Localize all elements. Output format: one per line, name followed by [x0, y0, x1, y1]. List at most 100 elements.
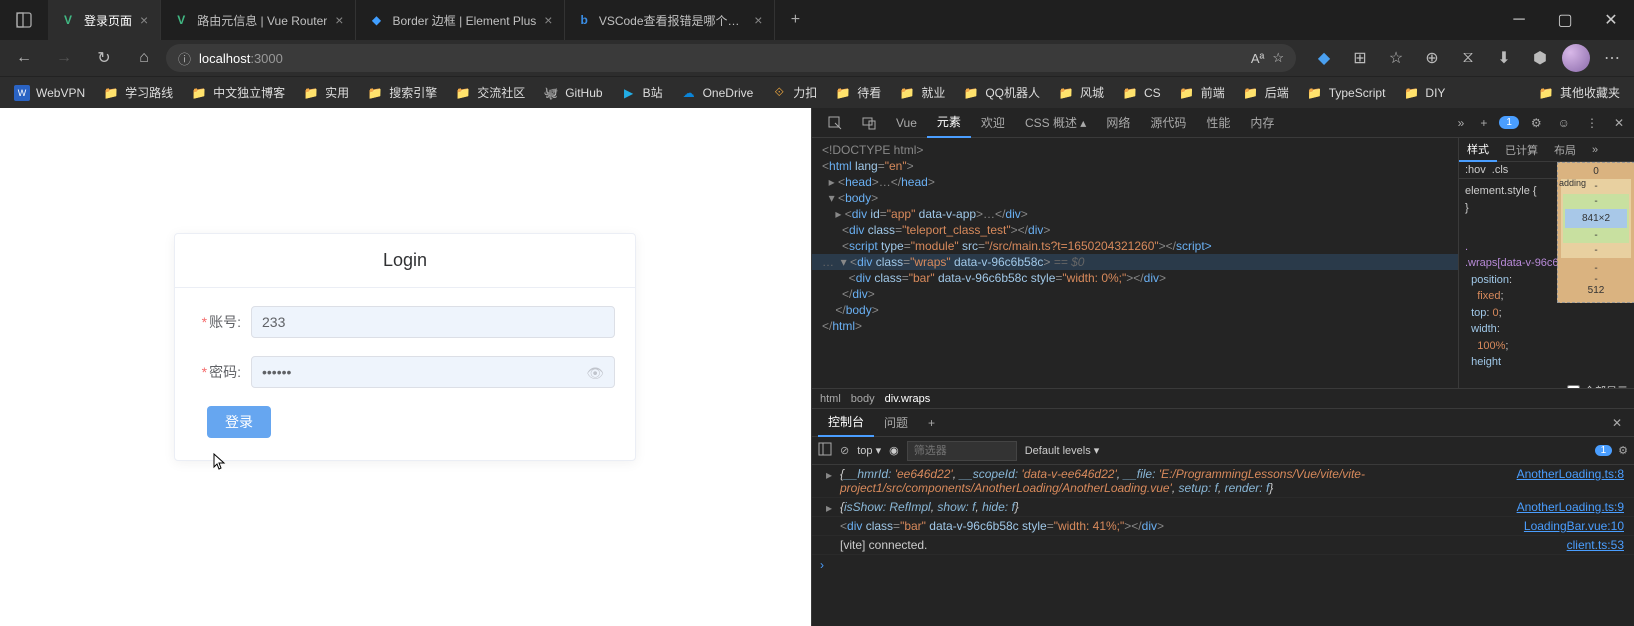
dom-line[interactable]: <html lang="en"> [812, 158, 1458, 174]
devtools-close-icon[interactable]: ✕ [1610, 116, 1628, 130]
bookmark-item[interactable]: 📁QQ机器人 [955, 79, 1048, 107]
console-line[interactable]: ▸ AnotherLoading.ts:8 {__hmrId: 'ee646d2… [812, 465, 1634, 498]
dom-line-selected[interactable]: … ▾ <div class="wraps" data-v-96c6b58c> … [812, 254, 1458, 270]
dom-line[interactable]: </html> [812, 318, 1458, 334]
devtools-tab-vue[interactable]: Vue [886, 108, 927, 138]
window-minimize-button[interactable]: ─ [1496, 0, 1542, 40]
bookmark-item[interactable]: 📁实用 [295, 79, 357, 107]
styles-tab-overflow-icon[interactable]: » [1584, 138, 1606, 162]
new-tab-button[interactable]: + [775, 0, 815, 40]
bookmark-item[interactable]: 📁交流社区 [447, 79, 533, 107]
console-context-select[interactable]: top ▾ [857, 444, 881, 457]
favorites-icon[interactable]: ☆ [1380, 42, 1412, 74]
devtools-tab-performance[interactable]: 性能 [1196, 108, 1240, 138]
drawer-tab-issues[interactable]: 问题 [874, 409, 918, 437]
styles-tab-layout[interactable]: 布局 [1546, 138, 1584, 162]
dom-line[interactable]: </div> [812, 286, 1458, 302]
extensions-icon[interactable]: ⊞ [1344, 42, 1376, 74]
bookmark-item[interactable]: 📁学习路线 [95, 79, 181, 107]
dom-line[interactable]: <div class="teleport_class_test"></div> [812, 222, 1458, 238]
devtools-tab-sources[interactable]: 源代码 [1140, 108, 1196, 138]
styles-tab-computed[interactable]: 已计算 [1497, 138, 1546, 162]
devtools-tab-network[interactable]: 网络 [1096, 108, 1140, 138]
source-link[interactable]: client.ts:53 [1567, 538, 1624, 552]
rewards-icon[interactable]: ◆ [1308, 42, 1340, 74]
tab-login[interactable]: V 登录页面 × [48, 0, 161, 40]
console-live-icon[interactable]: ◉ [889, 444, 899, 457]
drawer-tab-console[interactable]: 控制台 [818, 409, 874, 437]
feedback-icon[interactable]: ☺ [1554, 116, 1574, 130]
breadcrumb-item[interactable]: body [851, 393, 875, 405]
bookmark-item[interactable]: 📁搜索引擎 [359, 79, 445, 107]
console-settings-icon[interactable]: ⚙ [1618, 444, 1628, 457]
downloads-icon[interactable]: ⬇ [1488, 42, 1520, 74]
info-icon[interactable]: ⓘ [178, 49, 191, 68]
tab-close-icon[interactable]: × [754, 12, 762, 28]
cls-toggle[interactable]: .cls [1492, 164, 1509, 176]
history-icon[interactable]: ⧖ [1452, 42, 1484, 74]
source-link[interactable]: AnotherLoading.ts:9 [1517, 500, 1624, 514]
tabs-overflow-icon[interactable]: » [1454, 116, 1469, 130]
hov-toggle[interactable]: :hov [1465, 164, 1486, 176]
tab-close-icon[interactable]: × [544, 12, 552, 28]
console-levels-select[interactable]: Default levels ▾ [1025, 444, 1100, 457]
bookmark-item[interactable]: 📁CS [1114, 79, 1169, 107]
expand-icon[interactable]: ▸ [826, 468, 832, 482]
window-maximize-button[interactable]: ▢ [1542, 0, 1588, 40]
expand-icon[interactable]: ▸ [826, 501, 832, 515]
tab-vscode[interactable]: b VSCode查看报错是哪个插件报的 × [565, 0, 775, 40]
devtools-tab-memory[interactable]: 内存 [1240, 108, 1284, 138]
styles-tab-styles[interactable]: 样式 [1459, 138, 1497, 162]
bookmark-item[interactable]: 🐙GitHub [535, 79, 610, 107]
breadcrumb-item[interactable]: div.wraps [885, 393, 931, 405]
dom-line[interactable]: ▸ <div id="app" data-v-app>…</div> [812, 206, 1458, 222]
devtools-tab-css[interactable]: CSS 概述 ▴ [1015, 108, 1096, 138]
bookmark-item[interactable]: 📁待看 [827, 79, 889, 107]
bookmark-item[interactable]: 📁中文独立博客 [183, 79, 293, 107]
tab-close-icon[interactable]: × [335, 12, 343, 28]
eye-icon[interactable]: 👁 [586, 365, 604, 382]
console-clear-icon[interactable]: ⊘ [840, 444, 849, 457]
addon-icon[interactable]: ⬢ [1524, 42, 1556, 74]
star-icon[interactable]: ☆ [1272, 50, 1284, 66]
dom-tree[interactable]: <!DOCTYPE html> <html lang="en"> ▸ <head… [812, 138, 1458, 388]
console-sidebar-toggle-icon[interactable] [818, 442, 832, 459]
reload-button[interactable]: ↻ [86, 42, 122, 74]
devtools-tab-elements[interactable]: 元素 [927, 108, 971, 138]
dom-line[interactable]: <div class="bar" data-v-96c6b58c style="… [812, 270, 1458, 286]
account-input[interactable]: 233 [251, 306, 615, 338]
device-toggle-icon[interactable] [852, 108, 886, 138]
console-line[interactable]: LoadingBar.vue:10 <div class="bar" data-… [812, 517, 1634, 536]
console-prompt[interactable]: › [812, 555, 1634, 575]
forward-button[interactable]: → [46, 42, 82, 74]
bookmark-item[interactable]: 📁DIY [1395, 79, 1453, 107]
breadcrumb-item[interactable]: html [820, 393, 841, 405]
home-button[interactable]: ⌂ [126, 42, 162, 74]
login-button[interactable]: 登录 [207, 406, 271, 438]
element-picker-icon[interactable] [818, 108, 852, 138]
bookmark-item[interactable]: 📁前端 [1171, 79, 1233, 107]
read-aloud-icon[interactable]: Aª [1251, 51, 1264, 66]
tab-close-icon[interactable]: × [140, 12, 148, 28]
show-all-checkbox[interactable]: 全部显示 [1567, 383, 1628, 388]
dom-line[interactable]: </body> [812, 302, 1458, 318]
drawer-add-tab-icon[interactable]: + [918, 409, 945, 437]
profile-avatar[interactable] [1560, 42, 1592, 74]
bookmark-item[interactable]: 📁TypeScript [1299, 79, 1394, 107]
new-style-icon[interactable]: + [1476, 116, 1491, 130]
menu-icon[interactable]: ⋯ [1596, 42, 1628, 74]
window-close-button[interactable]: ✕ [1588, 0, 1634, 40]
bookmark-item[interactable]: 📁后端 [1235, 79, 1297, 107]
password-input[interactable]: •••••• 👁 [251, 356, 615, 388]
tab-element-plus[interactable]: ◆ Border 边框 | Element Plus × [356, 0, 565, 40]
url-input[interactable]: ⓘ localhost:3000 Aª ☆ [166, 44, 1296, 72]
bookmark-item[interactable]: ☁OneDrive [673, 79, 762, 107]
dom-line[interactable]: <script type="module" src="/src/main.ts?… [812, 238, 1458, 254]
console-filter-input[interactable] [907, 441, 1017, 461]
devtools-tab-welcome[interactable]: 欢迎 [971, 108, 1015, 138]
dom-line[interactable]: ▸ <head>…</head> [812, 174, 1458, 190]
more-icon[interactable]: ⋮ [1582, 116, 1602, 130]
bookmark-item[interactable]: ▶B站 [613, 79, 671, 107]
bookmark-item[interactable]: 📁风城 [1050, 79, 1112, 107]
console-output[interactable]: ▸ AnotherLoading.ts:8 {__hmrId: 'ee646d2… [812, 465, 1634, 626]
